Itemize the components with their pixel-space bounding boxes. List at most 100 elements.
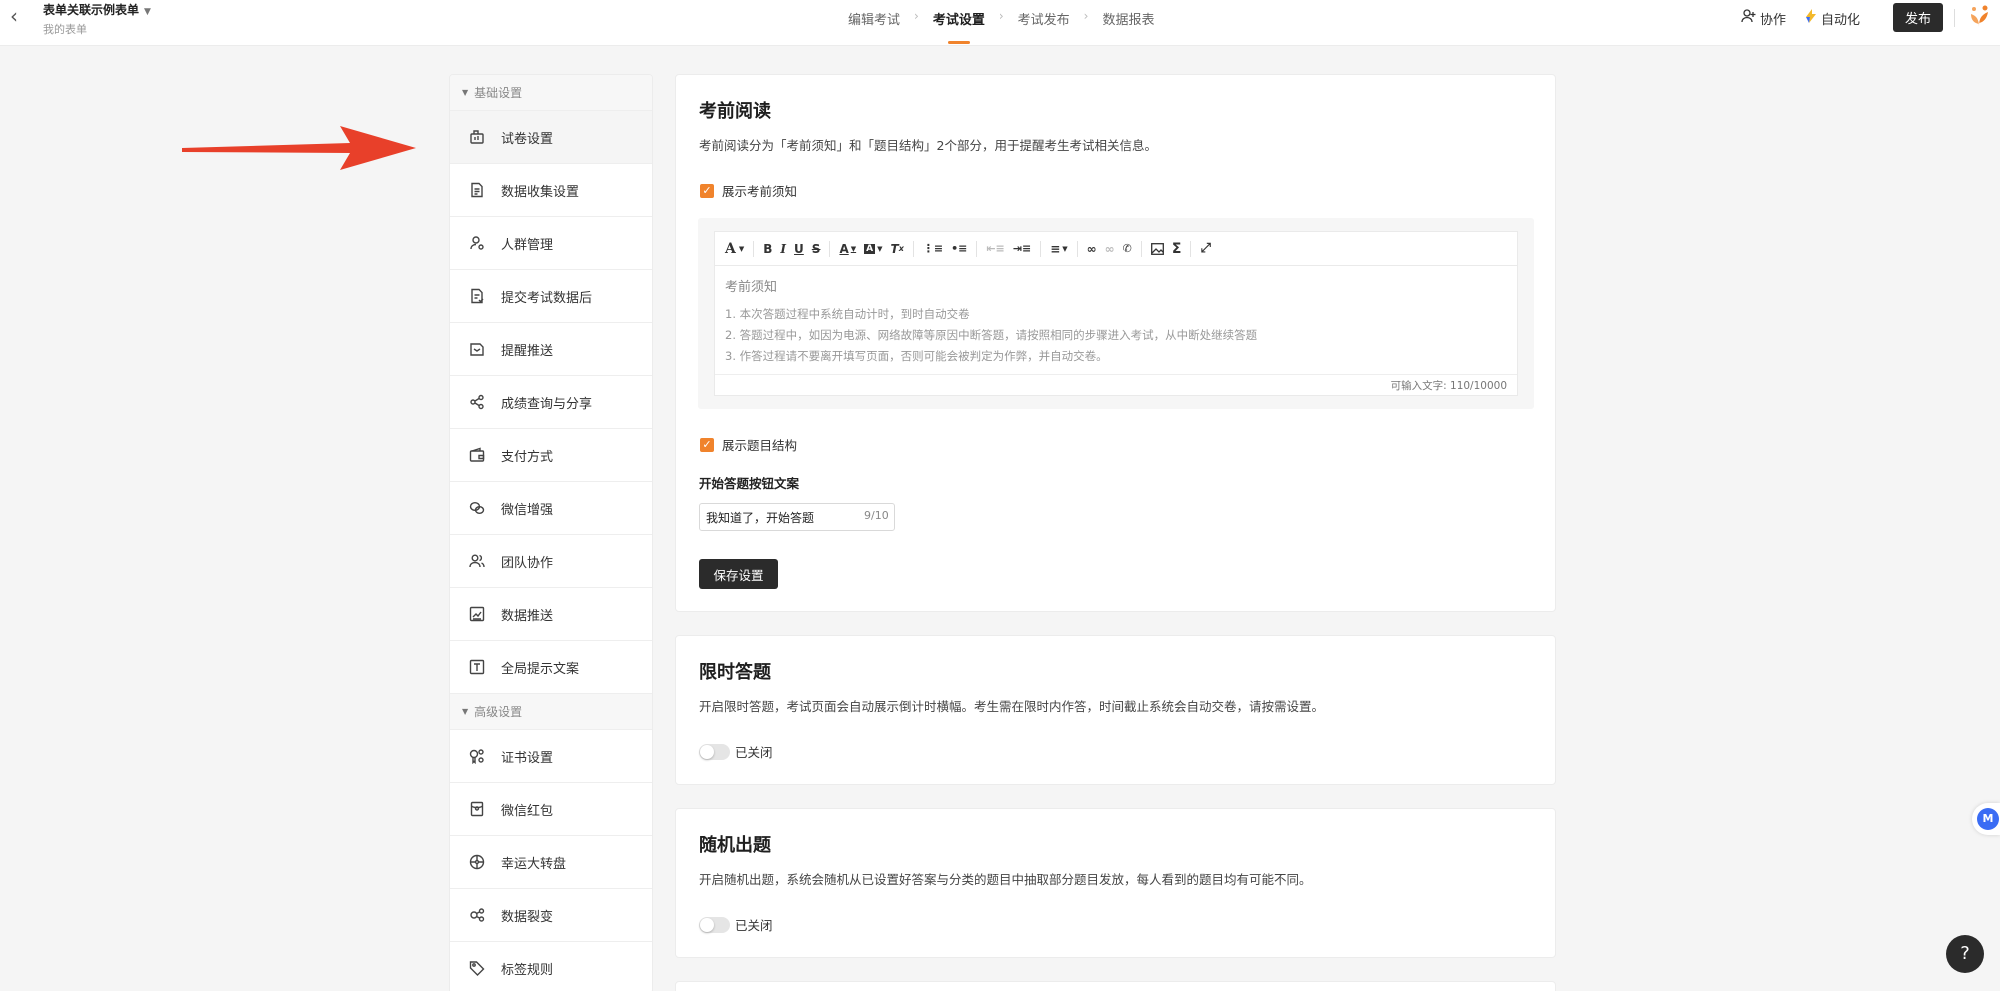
divider (1954, 9, 1955, 27)
caret-down-icon[interactable]: ▼ (144, 7, 151, 17)
publish-button[interactable]: 发布 (1893, 3, 1943, 32)
phone-icon[interactable]: ✆ (1123, 242, 1132, 255)
sidebar-item-red-packet[interactable]: 微信红包 (450, 783, 652, 836)
sidebar-item-paper-settings[interactable]: 试卷设置 (450, 111, 652, 164)
form-subtitle[interactable]: 我的表单 (43, 21, 87, 37)
formula-icon[interactable]: Σ (1172, 241, 1182, 257)
sidebar-item-after-submit[interactable]: 提交考试数据后 (450, 270, 652, 323)
card-title: 随机出题 (699, 835, 771, 856)
sidebar-item-crowd-management[interactable]: 人群管理 (450, 217, 652, 270)
sidebar-item-label: 幸运大转盘 (501, 856, 567, 872)
assistant-widget[interactable]: M (1972, 803, 2000, 835)
brand-logo-icon[interactable] (1966, 3, 1992, 29)
top-bar: ‹ 表单关联示例表单 ▼ 我的表单 编辑考试 › 考试设置 › 考试发布 › 数据… (0, 0, 2000, 46)
rich-text-editor[interactable]: A▼ B I U S A▼ A▼ Tx ⋮≡ •≡ ⇤≡ ⇥≡ ≡▼ ∞ (714, 231, 1518, 396)
editor-line: 2. 答题过程中，如因为电源、网络故障等原因中断答题，请按照相同的步骤进入考试，… (725, 328, 1258, 342)
underline-icon[interactable]: U (794, 242, 804, 256)
image-icon[interactable] (1150, 242, 1164, 255)
unlink-icon[interactable]: ∞ (1105, 242, 1115, 256)
step-exam-settings[interactable]: 考试设置 (933, 0, 985, 46)
sidebar-item-lucky-wheel[interactable]: 幸运大转盘 (450, 836, 652, 889)
sidebar-item-tag-rules[interactable]: 标签规则 (450, 942, 652, 991)
paper-settings-icon (468, 128, 486, 146)
toggle-switch[interactable] (699, 916, 730, 933)
toolbar-divider (1190, 240, 1192, 257)
checkbox-label: 展示题目结构 (722, 438, 798, 453)
input-char-counter: 9/10 (864, 509, 889, 522)
step-edit-exam[interactable]: 编辑考试 (848, 0, 900, 46)
sidebar-item-team-collab[interactable]: 团队协作 (450, 535, 652, 588)
sidebar-item-data-collection[interactable]: 数据收集设置 (450, 164, 652, 217)
wallet-icon (468, 446, 486, 464)
sidebar-item-score-share[interactable]: 成绩查询与分享 (450, 376, 652, 429)
background-color-icon[interactable]: A ▼ (864, 243, 883, 254)
save-settings-button[interactable]: 保存设置 (699, 559, 778, 589)
chevron-right-icon: › (998, 9, 1004, 23)
sidebar-item-wechat-enhance[interactable]: 微信增强 (450, 482, 652, 535)
indent-icon[interactable]: ⇥≡ (1013, 242, 1031, 255)
group-basic-settings[interactable]: ▼ 基础设置 (450, 75, 652, 111)
sidebar-item-data-fission[interactable]: 数据裂变 (450, 889, 652, 942)
sidebar-item-certificate[interactable]: 证书设置 (450, 730, 652, 783)
caret-down-icon: ▼ (462, 88, 469, 97)
sidebar-item-label: 支付方式 (501, 449, 554, 465)
certificate-icon (468, 747, 486, 765)
step-data-report[interactable]: 数据报表 (1102, 0, 1154, 46)
toolbar-divider (1040, 240, 1042, 257)
toolbar-divider (912, 240, 914, 257)
ordered-list-icon[interactable]: ⋮≡ (923, 242, 943, 255)
show-notice-checkbox-row[interactable]: ✓ 展示考前须知 (700, 181, 797, 200)
automation-button[interactable]: 自动化 (1804, 8, 1860, 28)
sidebar-item-label: 数据收集设置 (501, 184, 580, 200)
checkbox-checked-icon[interactable]: ✓ (700, 183, 714, 198)
sidebar-item-label: 全局提示文案 (501, 661, 580, 677)
sidebar-item-label: 成绩查询与分享 (501, 396, 593, 412)
toggle-switch[interactable] (699, 743, 730, 760)
font-family-icon[interactable]: A ▼ (725, 241, 744, 257)
font-color-icon[interactable]: A ▼ (839, 242, 856, 256)
sidebar-item-label: 证书设置 (501, 750, 554, 766)
assistant-icon: M (1977, 808, 1999, 830)
toolbar-divider (1140, 240, 1142, 257)
back-arrow-icon[interactable]: ‹ (10, 5, 32, 27)
sidebar-item-label: 提醒推送 (501, 343, 554, 359)
fullscreen-icon[interactable]: ⤢ (1200, 241, 1210, 256)
collaborate-button[interactable]: 协作 (1741, 8, 1786, 28)
checkbox-checked-icon[interactable]: ✓ (700, 437, 714, 452)
editor-container: A▼ B I U S A▼ A▼ Tx ⋮≡ •≡ ⇤≡ ⇥≡ ≡▼ ∞ (698, 218, 1534, 409)
step-exam-publish[interactable]: 考试发布 (1018, 0, 1070, 46)
sidebar-item-reminder-push[interactable]: 提醒推送 (450, 323, 652, 376)
italic-icon[interactable]: I (780, 242, 786, 256)
toggle-status-label: 已关闭 (735, 745, 773, 760)
step-nav: 编辑考试 › 考试设置 › 考试发布 › 数据报表 (848, 0, 1155, 46)
editor-line: 1. 本次答题过程中系统自动计时，到时自动交卷 (725, 307, 970, 321)
sidebar-item-global-tips[interactable]: 全局提示文案 (450, 641, 652, 694)
chevron-right-icon: › (1083, 9, 1089, 23)
unordered-list-icon[interactable]: •≡ (951, 242, 967, 255)
sidebar-item-payment[interactable]: 支付方式 (450, 429, 652, 482)
show-structure-checkbox-row[interactable]: ✓ 展示题目结构 (700, 435, 797, 454)
sidebar-item-label: 数据裂变 (501, 909, 554, 925)
divider (715, 374, 1517, 375)
group-advanced-settings[interactable]: ▼ 高级设置 (450, 694, 652, 730)
toolbar-divider (753, 240, 755, 257)
editor-line: 3. 作答过程请不要离开填写页面，否则可能会被判定为作弊，并自动交卷。 (725, 349, 1108, 363)
random-toggle-row[interactable]: 已关闭 (699, 915, 773, 934)
clear-format-icon[interactable]: Tx (891, 242, 904, 256)
help-button[interactable]: ? (1946, 935, 1984, 973)
form-title[interactable]: 表单关联示例表单 ▼ (43, 1, 151, 18)
align-icon[interactable]: ≡ ▼ (1050, 242, 1067, 256)
document-icon (468, 181, 486, 199)
card-title: 考前阅读 (699, 101, 771, 122)
sidebar-item-data-push[interactable]: 数据推送 (450, 588, 652, 641)
team-icon (468, 552, 486, 570)
outdent-icon[interactable]: ⇤≡ (986, 242, 1004, 255)
editor-heading: 考前须知 (725, 280, 778, 295)
timed-toggle-row[interactable]: 已关闭 (699, 742, 773, 761)
strikethrough-icon[interactable]: S (812, 242, 821, 256)
link-icon[interactable]: ∞ (1087, 242, 1097, 256)
caret-down-icon: ▼ (462, 707, 469, 716)
sidebar-item-label: 试卷设置 (501, 131, 554, 147)
toolbar-divider (1076, 240, 1078, 257)
bold-icon[interactable]: B (763, 242, 772, 256)
